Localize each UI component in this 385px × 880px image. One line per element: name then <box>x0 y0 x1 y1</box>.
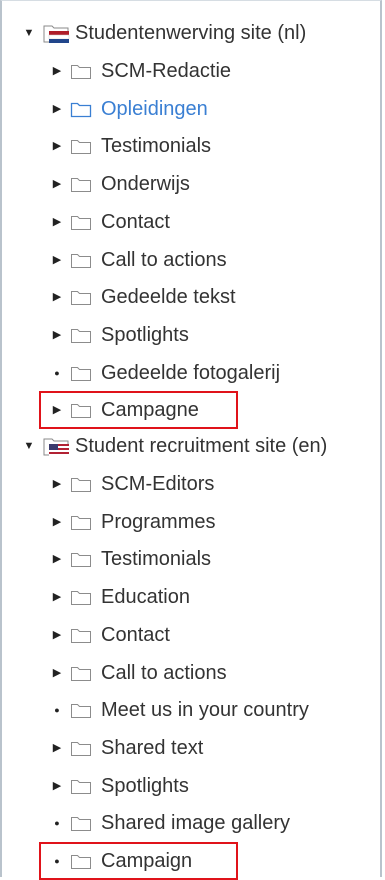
tree-node-meet-us-in-your-country[interactable]: ● Meet us in your country <box>50 695 309 725</box>
tree-node-label: Gedeelde tekst <box>101 286 236 309</box>
tree-node-gedeelde-fotogalerij[interactable]: ● Gedeelde fotogalerij <box>50 358 280 388</box>
expand-toggle-collapsed[interactable]: ▶ <box>50 587 64 607</box>
tree-node-shared-text[interactable]: ▶ Shared text <box>50 733 204 763</box>
folder-icon <box>70 326 92 344</box>
flag-us-folder-icon <box>42 434 72 458</box>
folder-icon <box>70 852 92 870</box>
folder-icon <box>70 777 92 795</box>
flag-nl-folder-icon <box>42 21 72 45</box>
tree-node-label: Call to actions <box>101 248 227 271</box>
tree-node-testimonials[interactable]: ▶ Testimonials <box>50 131 211 161</box>
expand-toggle-expanded[interactable]: ▼ <box>22 436 36 456</box>
expand-toggle-collapsed[interactable]: ▶ <box>50 61 64 81</box>
tree-node-programmes[interactable]: ▶ Programmes <box>50 507 216 537</box>
tree-node-testimonials[interactable]: ▶ Testimonials <box>50 544 211 574</box>
folder-icon <box>70 175 92 193</box>
folder-icon <box>70 100 92 118</box>
expand-toggle-expanded[interactable]: ▼ <box>22 23 36 43</box>
leaf-bullet-icon: ● <box>54 856 60 866</box>
tree-node-label: Call to actions <box>101 661 227 684</box>
folder-icon <box>70 62 92 80</box>
folder-icon <box>70 701 92 719</box>
folder-icon <box>70 664 92 682</box>
tree-node-label: Campaign <box>101 850 193 872</box>
folder-icon <box>70 739 92 757</box>
tree-node-spotlights[interactable]: ▶ Spotlights <box>50 771 189 801</box>
folder-icon <box>70 288 92 306</box>
folder-icon <box>70 401 92 419</box>
expand-toggle-collapsed[interactable]: ▶ <box>50 625 64 645</box>
expand-toggle-collapsed[interactable]: ▶ <box>50 663 64 683</box>
expand-toggle-collapsed[interactable]: ▶ <box>50 99 64 119</box>
folder-icon <box>70 814 92 832</box>
folder-icon <box>70 550 92 568</box>
expand-toggle-collapsed[interactable]: ▶ <box>50 776 64 796</box>
tree-node-label: Campagne <box>101 399 199 422</box>
tree-node-label: Gedeelde fotogalerij <box>101 361 281 384</box>
tree-node-label: Contact <box>101 623 170 646</box>
tree-node-label: Studentenwerving site (nl) <box>75 22 307 44</box>
expand-toggle-collapsed[interactable]: ▶ <box>50 549 64 569</box>
tree-node-campagne[interactable]: ▶ Campagne <box>50 395 199 425</box>
tree-node-campaign[interactable]: ● Campaign <box>50 846 192 876</box>
tree-node-label: SCM-Editors <box>101 473 215 495</box>
tree-node-label: Education <box>101 586 190 609</box>
expand-toggle-collapsed[interactable]: ▶ <box>50 136 64 156</box>
tree-node-scm-editors[interactable]: ▶ SCM-Editors <box>50 469 215 499</box>
folder-icon <box>70 364 92 382</box>
tree-node-label: Testimonials <box>101 548 212 571</box>
tree-node-contact[interactable]: ▶ Contact <box>50 207 170 237</box>
tree-node-shared-image-gallery[interactable]: ● Shared image gallery <box>50 808 290 838</box>
leaf-bullet-icon: ● <box>54 818 60 829</box>
expand-toggle-collapsed[interactable]: ▶ <box>50 325 64 345</box>
folder-icon <box>70 213 92 231</box>
folder-icon <box>70 513 92 531</box>
expand-toggle-collapsed[interactable]: ▶ <box>50 512 64 532</box>
folder-icon <box>70 588 92 606</box>
tree-node-education[interactable]: ▶ Education <box>50 582 190 612</box>
tree-node-onderwijs[interactable]: ▶ Onderwijs <box>50 169 190 199</box>
tree-node-label: Programmes <box>101 510 216 533</box>
leaf-bullet-icon: ● <box>54 705 60 716</box>
folder-icon <box>70 251 92 269</box>
tree-node-scm-redactie[interactable]: ▶ SCM-Redactie <box>50 56 231 86</box>
leaf-bullet-icon: ● <box>54 367 60 378</box>
tree-node-label: Student recruitment site (en) <box>75 435 328 457</box>
tree-node-label: Shared text <box>101 736 204 759</box>
expand-toggle-collapsed[interactable]: ▶ <box>50 400 64 420</box>
tree-node-label: Opleidingen <box>101 97 208 120</box>
tree-node-call-to-actions[interactable]: ▶ Call to actions <box>50 658 227 688</box>
folder-icon <box>70 137 92 155</box>
expand-toggle-collapsed[interactable]: ▶ <box>50 250 64 270</box>
expand-toggle-collapsed[interactable]: ▶ <box>50 738 64 758</box>
tree-node-label: Contact <box>101 210 170 233</box>
tree-node-label: Spotlights <box>101 774 189 797</box>
expand-toggle-collapsed[interactable]: ▶ <box>50 287 64 307</box>
tree-node-label: SCM-Redactie <box>101 60 232 82</box>
folder-icon <box>70 626 92 644</box>
tree-node-opleidingen[interactable]: ▶ Opleidingen <box>50 94 208 124</box>
tree-node-site-nl[interactable]: ▼ Studentenwerving site (nl) <box>22 18 307 48</box>
expand-toggle-collapsed[interactable]: ▶ <box>50 174 64 194</box>
expand-toggle-collapsed[interactable]: ▶ <box>50 212 64 232</box>
tree-node-call-to-actions[interactable]: ▶ Call to actions <box>50 245 227 275</box>
tree-node-label: Testimonials <box>101 135 212 158</box>
expand-toggle-collapsed[interactable]: ▶ <box>50 474 64 494</box>
tree-node-gedeelde-tekst[interactable]: ▶ Gedeelde tekst <box>50 282 236 312</box>
tree-node-site-en[interactable]: ▼ Student recruitment site (en) <box>22 431 328 461</box>
tree-node-label: Meet us in your country <box>101 699 309 722</box>
tree-node-contact[interactable]: ▶ Contact <box>50 620 170 650</box>
folder-icon <box>70 475 92 493</box>
tree-node-label: Onderwijs <box>101 173 190 196</box>
tree-node-label: Shared image gallery <box>101 812 290 835</box>
tree-node-spotlights[interactable]: ▶ Spotlights <box>50 320 189 350</box>
tree-node-label: Spotlights <box>101 323 189 346</box>
